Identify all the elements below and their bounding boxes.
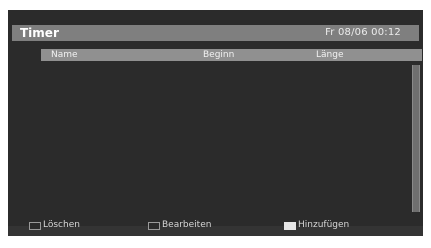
timer-panel: Timer Fr 08/06 00:12 Name Beginn Länge xyxy=(8,10,423,236)
delete-label: Löschen xyxy=(43,220,80,230)
edit-key-swatch xyxy=(148,221,160,230)
edit-action[interactable]: Bearbeiten xyxy=(148,220,211,231)
timer-list[interactable] xyxy=(41,62,409,212)
delete-action[interactable]: Löschen xyxy=(29,220,80,231)
column-header-name: Name xyxy=(51,50,78,60)
add-key-swatch xyxy=(284,221,296,230)
page-title: Timer xyxy=(20,26,59,40)
date-time-display: Fr 08/06 00:12 xyxy=(325,27,401,38)
edit-label: Bearbeiten xyxy=(162,220,212,230)
scrollbar[interactable] xyxy=(412,65,420,212)
column-header-start: Beginn xyxy=(203,50,235,60)
column-header-duration: Länge xyxy=(316,50,344,60)
title-bar: Timer Fr 08/06 00:12 xyxy=(12,25,419,41)
timer-screen: Timer Fr 08/06 00:12 Name Beginn Länge L… xyxy=(0,0,431,248)
delete-key-swatch xyxy=(29,221,41,230)
add-action[interactable]: Hinzufügen xyxy=(284,220,349,231)
add-label: Hinzufügen xyxy=(298,220,350,230)
table-header: Name Beginn Länge xyxy=(41,49,422,61)
